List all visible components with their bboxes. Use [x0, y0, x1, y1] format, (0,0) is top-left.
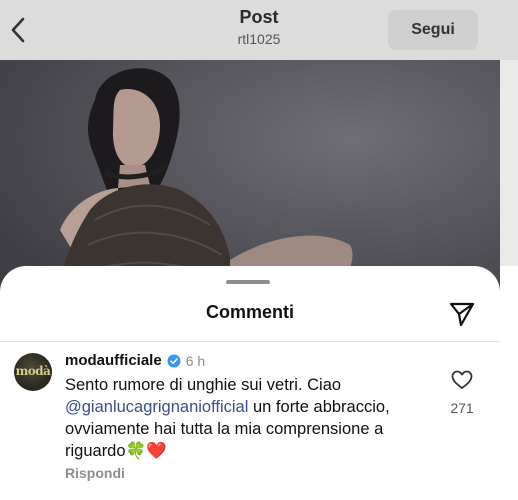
- mention-link[interactable]: @gianlucagrignaniofficial: [65, 398, 248, 416]
- comments-title: Commenti: [205, 302, 294, 322]
- follow-button[interactable]: Segui: [388, 10, 478, 50]
- comment-text-part: Sento rumore di unghie sui vetri. Ciao: [65, 376, 342, 394]
- comment-time: 6 h: [185, 352, 206, 369]
- comment-username[interactable]: modaufficiale: [65, 352, 162, 369]
- post-header: Post rtl1025 Segui: [0, 0, 518, 60]
- reply-button[interactable]: Rispondi: [65, 465, 125, 481]
- comments-sheet: Commenti modà modaufficiale 6 h Sento ru…: [0, 266, 500, 500]
- avatar-logo-text: modà: [15, 364, 51, 378]
- heart-icon: [451, 370, 473, 389]
- like-count: 271: [450, 400, 474, 416]
- comment-text: Sento rumore di unghie sui vetri. Ciao @…: [65, 374, 435, 462]
- comment-item: modà modaufficiale 6 h Sento rumore di u…: [0, 348, 500, 498]
- sheet-drag-handle[interactable]: [226, 280, 270, 284]
- comment-meta: modaufficiale 6 h: [65, 352, 205, 369]
- sheet-edge: [500, 266, 518, 500]
- like-button[interactable]: [451, 370, 473, 390]
- emoji-group: 🍀❤️: [125, 442, 167, 460]
- paper-plane-icon: [449, 302, 475, 327]
- avatar[interactable]: modà: [14, 353, 52, 391]
- verified-badge-icon: [167, 354, 181, 367]
- share-button[interactable]: [448, 300, 476, 328]
- divider: [0, 341, 500, 342]
